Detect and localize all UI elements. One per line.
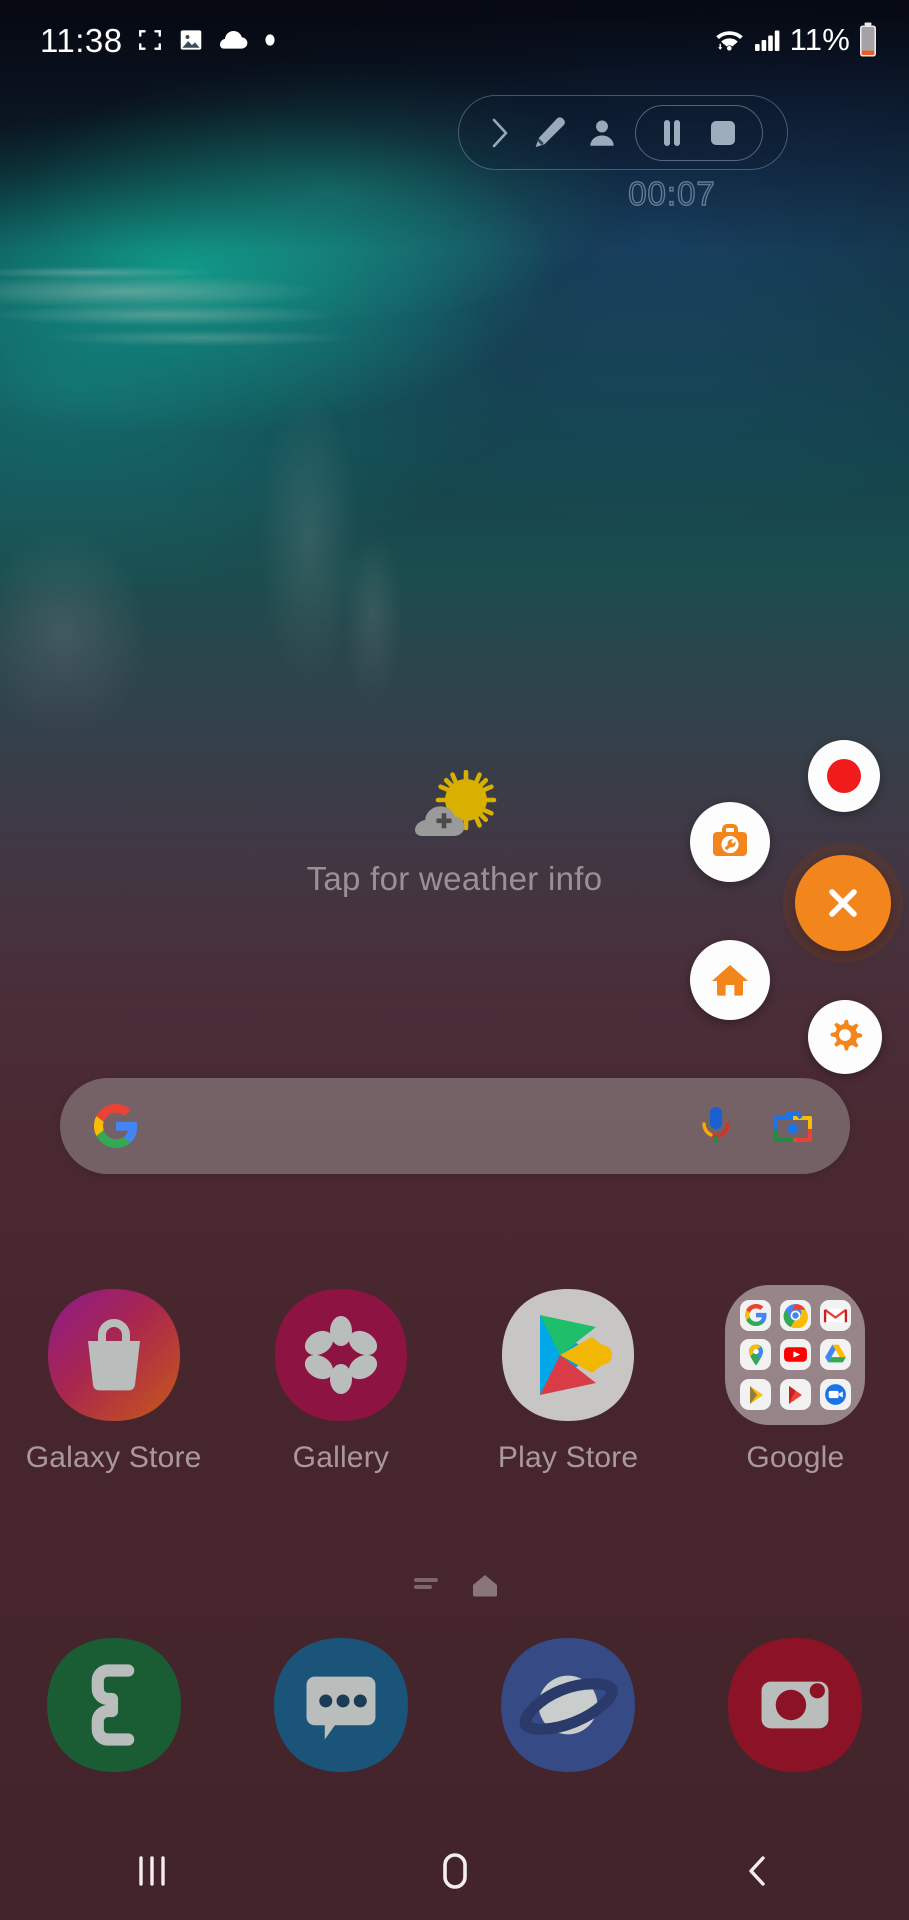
folder-mini-drive (819, 1339, 851, 1371)
app-grid: Galaxy Store Gallery Play Store Google (0, 1285, 909, 1475)
assistive-settings-button[interactable] (808, 1000, 882, 1074)
folder-preview (725, 1285, 866, 1425)
navigation-bar (0, 1822, 909, 1920)
page-dot-apps-list[interactable] (411, 1573, 441, 1602)
screenshot-crop-icon (138, 30, 161, 50)
app-icon-play-store[interactable]: Play Store (455, 1285, 682, 1475)
battery-percent-label: 11% (789, 22, 850, 57)
folder-mini-google (740, 1299, 772, 1331)
google-g-logo (94, 1104, 138, 1148)
recorder-expand-button[interactable] (487, 116, 513, 150)
google-search-bar[interactable] (60, 1078, 850, 1174)
dock-item-phone[interactable] (0, 1634, 227, 1776)
recents-button[interactable] (92, 1826, 212, 1916)
page-indicator (0, 1572, 909, 1603)
messages-icon (270, 1634, 412, 1776)
folder-mini-maps (740, 1339, 772, 1371)
app-label: Play Store (497, 1441, 639, 1474)
back-button[interactable] (698, 1826, 818, 1916)
phone-icon (43, 1634, 185, 1776)
gear-icon (830, 1019, 863, 1051)
toolkit-icon (713, 824, 747, 856)
recorder-stop-button[interactable] (708, 118, 738, 148)
pencil-icon (535, 116, 565, 147)
signal-icon (754, 30, 780, 51)
dock-item-camera[interactable] (682, 1634, 909, 1776)
record-dot-icon (827, 759, 861, 793)
galaxy-store-icon (44, 1285, 184, 1425)
battery-icon (860, 22, 876, 57)
app-label: Galaxy Store (25, 1441, 202, 1474)
dock-item-internet[interactable] (455, 1634, 682, 1776)
image-icon (180, 30, 201, 50)
recorder-timer: 00:07 (628, 174, 716, 212)
play-store-icon (498, 1285, 638, 1425)
screen-recorder-toolbar[interactable] (458, 95, 788, 170)
app-icon-galaxy-store[interactable]: Galaxy Store (0, 1285, 227, 1475)
dock-item-messages[interactable] (227, 1634, 454, 1776)
assistive-record-button[interactable] (808, 740, 880, 812)
assistive-close-button[interactable] (795, 855, 891, 951)
phone-screen: 11:38 11% 00:07 Tap for weather info Gal… (0, 0, 909, 1920)
recents-icon (138, 1856, 165, 1886)
cloud-icon (219, 31, 248, 49)
gallery-icon (271, 1285, 411, 1425)
close-icon (829, 889, 857, 917)
recorder-transport-group[interactable] (635, 104, 763, 161)
weather-icon (400, 769, 510, 850)
pause-icon (664, 119, 680, 146)
wifi-icon (715, 31, 743, 51)
wallpaper-scrim (0, 0, 909, 1920)
page-dot-home[interactable] (471, 1572, 499, 1603)
folder-mini-duo (819, 1379, 851, 1411)
stop-icon (711, 120, 735, 145)
weather-label: Tap for weather info (306, 860, 603, 897)
folder-mini-youtube (779, 1339, 811, 1371)
dock (0, 1634, 909, 1776)
status-bar-left: 11:38 (40, 24, 277, 57)
app-label: Gallery (292, 1441, 390, 1474)
search-input[interactable] (140, 1109, 696, 1143)
folder-mini-chrome (779, 1299, 811, 1331)
recorder-pause-button[interactable] (660, 117, 684, 149)
status-bar[interactable]: 11:38 11% (0, 0, 909, 80)
weather-widget[interactable]: Tap for weather info (0, 769, 909, 898)
dot-icon (265, 34, 275, 46)
home-button[interactable] (395, 1826, 515, 1916)
status-clock: 11:38 (40, 21, 123, 59)
chevron-right-icon (492, 118, 508, 147)
person-icon (590, 120, 614, 146)
recorder-selfie-button[interactable] (585, 115, 619, 151)
app-label: Google (746, 1441, 845, 1474)
chevron-left-icon (748, 1856, 765, 1886)
home-icon (712, 965, 748, 996)
folder-mini-play-movies (779, 1379, 811, 1411)
google-lens-icon[interactable] (770, 1106, 816, 1146)
app-folder-google[interactable]: Google (682, 1285, 909, 1475)
home-icon (442, 1853, 467, 1889)
camera-icon (724, 1634, 866, 1776)
folder-mini-gmail (819, 1299, 851, 1331)
assistive-home-button[interactable] (690, 940, 770, 1020)
app-icon-gallery[interactable]: Gallery (227, 1285, 454, 1475)
assistive-toolkit-button[interactable] (690, 802, 770, 882)
recorder-draw-button[interactable] (529, 113, 569, 153)
folder-mini-play-music (740, 1379, 772, 1411)
internet-icon (497, 1634, 639, 1776)
status-bar-right: 11% (712, 22, 879, 58)
microphone-icon[interactable] (696, 1103, 736, 1149)
google-folder-icon (725, 1285, 866, 1425)
